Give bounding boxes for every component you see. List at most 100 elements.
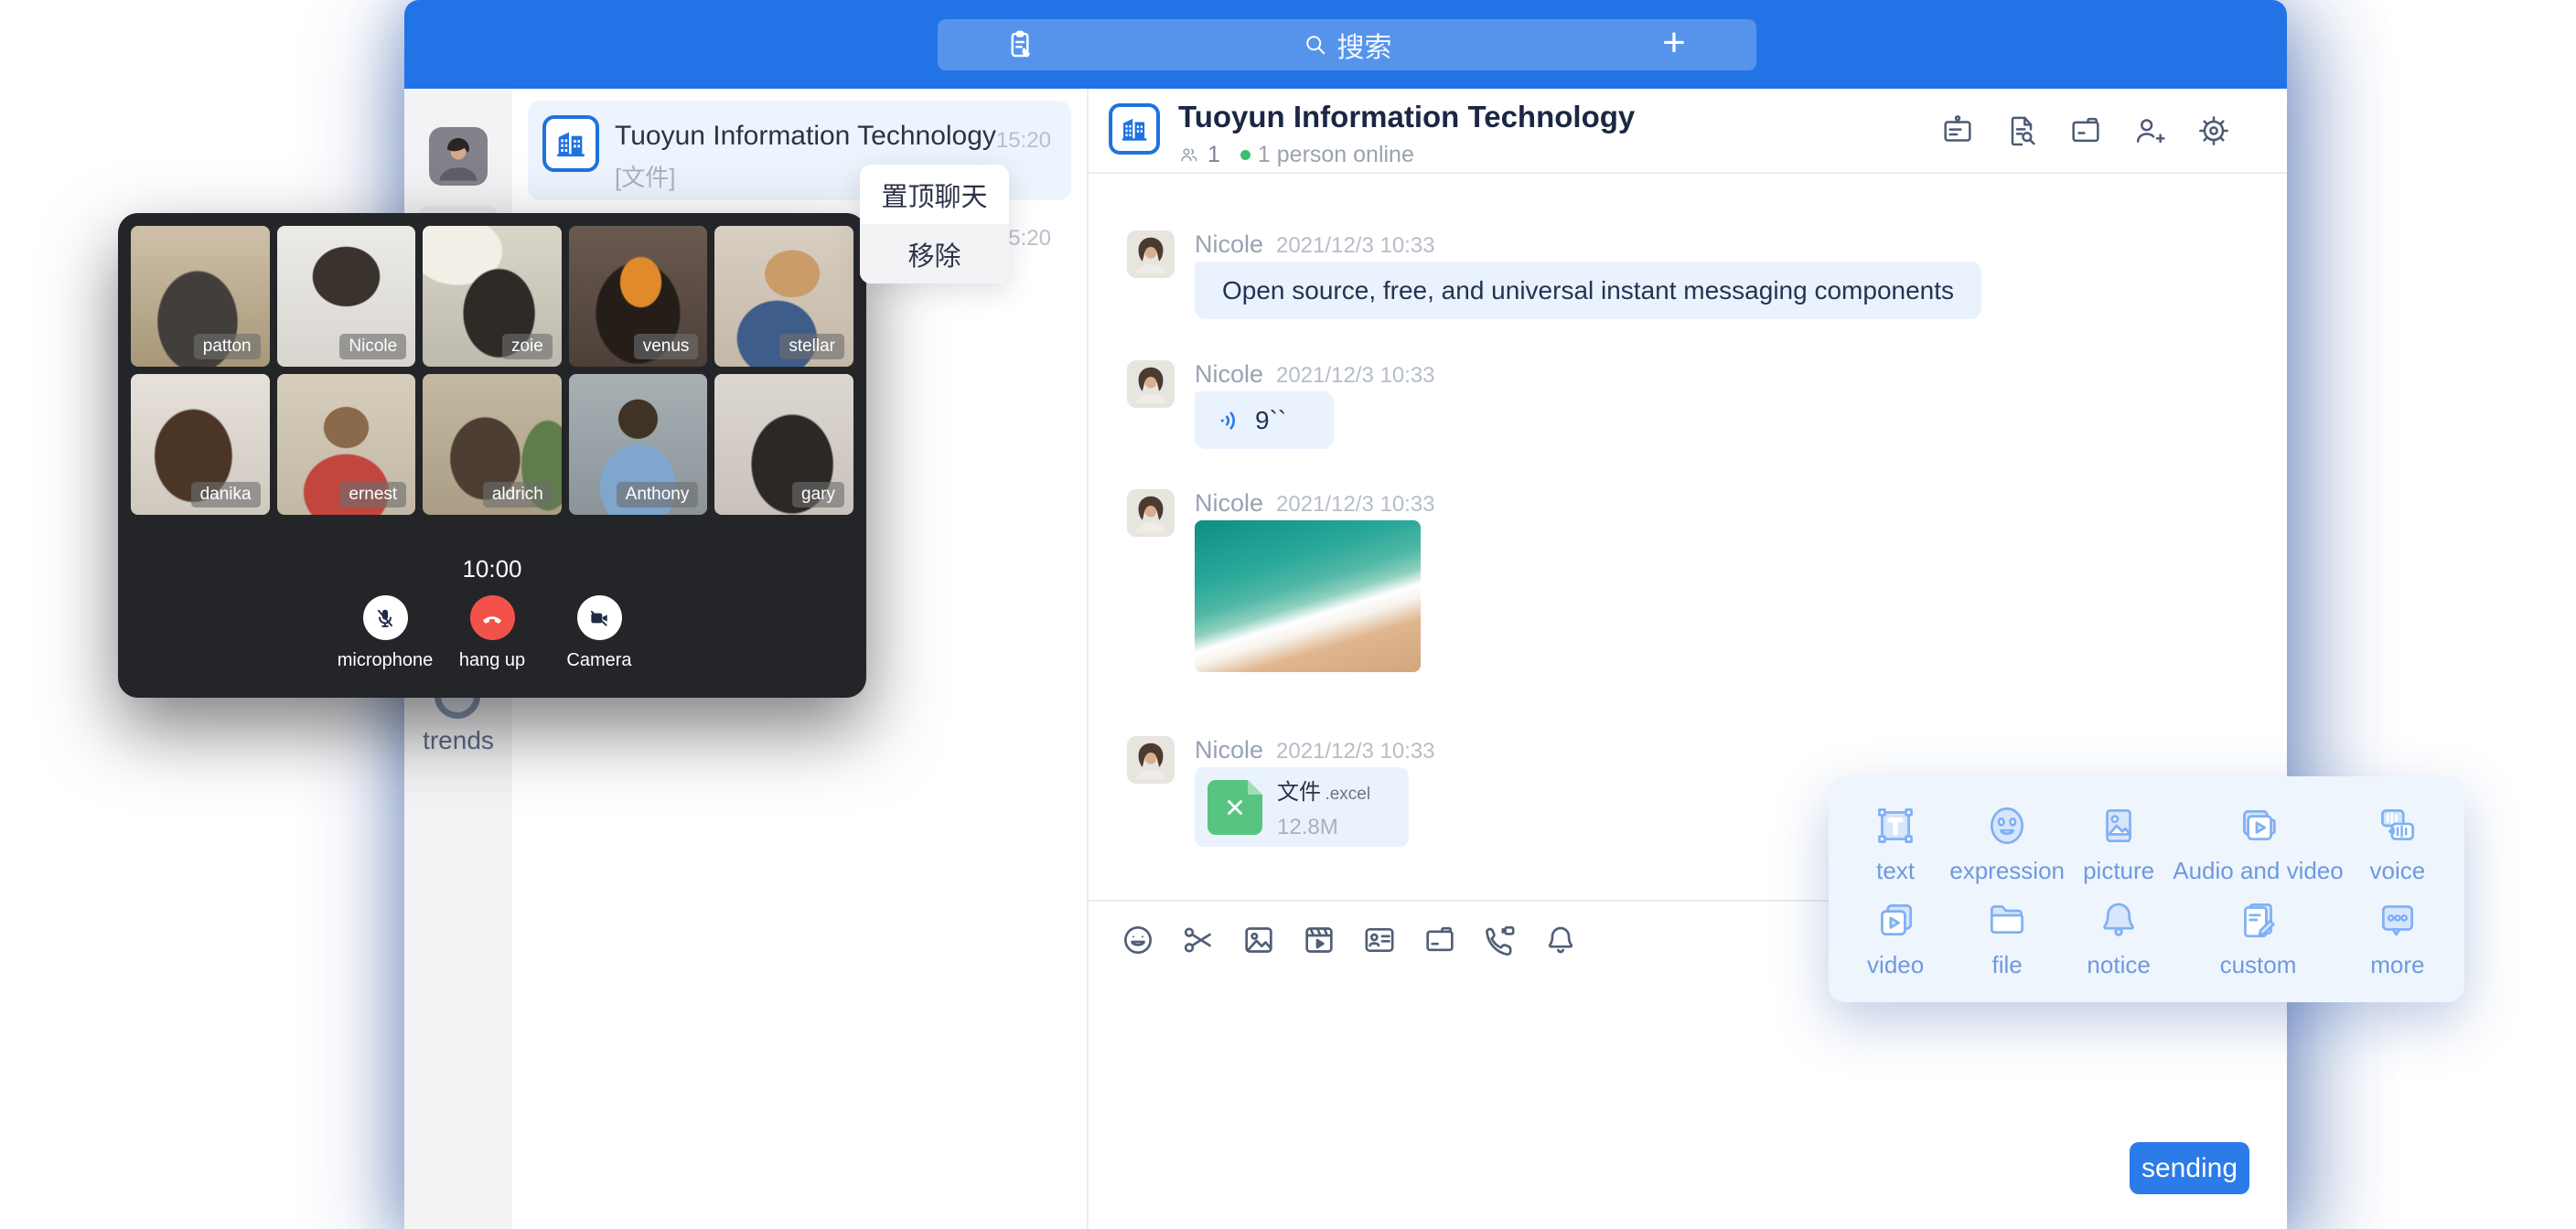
avatar-image: [1127, 360, 1175, 408]
video-clip-icon: [1301, 922, 1337, 958]
chat-panel: Tuoyun Information Technology 1 1 person…: [1089, 89, 2287, 1229]
hangup-control: hang up: [439, 595, 546, 671]
participant-name: patton: [194, 334, 261, 359]
send-button[interactable]: sending: [2130, 1142, 2249, 1194]
notification-button[interactable]: [1542, 922, 1579, 958]
voice-wave-icon: [1217, 407, 1244, 434]
participant-tile: Anthony: [569, 374, 708, 515]
scissors-icon: [1180, 922, 1217, 958]
settings-gear-icon: [2195, 112, 2232, 149]
panel-item-more[interactable]: more: [2370, 897, 2424, 979]
panel-item-custom[interactable]: custom: [2220, 897, 2297, 979]
sender-name: Nicole: [1195, 489, 1263, 518]
message-time: 2021/12/3 10:33: [1276, 363, 1435, 389]
panel-item-picture[interactable]: picture: [2083, 803, 2154, 885]
message-type-panel: text expression picture: [1829, 776, 2464, 1002]
sender-name: Nicole: [1195, 736, 1263, 764]
plus-icon: +: [1662, 23, 1686, 63]
video-call-button[interactable]: [1482, 922, 1519, 958]
sender-avatar[interactable]: [1127, 360, 1175, 408]
hang-up-button[interactable]: [470, 595, 515, 640]
add-member-button[interactable]: [2131, 112, 2168, 149]
sender-avatar[interactable]: [1127, 736, 1175, 784]
panel-label: expression: [1949, 857, 2065, 885]
sender-name: Nicole: [1195, 230, 1263, 259]
participant-tile: patton: [131, 226, 270, 367]
panel-item-video[interactable]: video: [1867, 897, 1924, 979]
group-files-button[interactable]: [2067, 112, 2104, 149]
settings-button[interactable]: [2195, 112, 2232, 149]
chat-header-actions: [1939, 112, 2232, 149]
panel-item-expression[interactable]: expression: [1949, 803, 2065, 885]
participant-name: Nicole: [339, 334, 406, 359]
conversation-time: 15:20: [996, 128, 1051, 154]
video-icon: [1873, 897, 1918, 943]
building-icon: [1118, 112, 1151, 145]
panel-item-voice[interactable]: voice: [2370, 803, 2426, 885]
announcement-button[interactable]: [1939, 112, 1976, 149]
menu-item-pin-chat[interactable]: 置顶聊天: [860, 165, 1009, 224]
avatar-image: [1127, 736, 1175, 784]
camera-control: Camera: [546, 595, 653, 671]
image-attachment-beach[interactable]: [1195, 520, 1421, 672]
message-image: Nicole 2021/12/3 10:33: [1127, 489, 2287, 672]
panel-label: picture: [2083, 857, 2154, 885]
clipboard-call-button[interactable]: [938, 19, 1102, 70]
participant-tile: venus: [569, 226, 708, 367]
participant-tile: gary: [714, 374, 853, 515]
voice-bubble[interactable]: 9``: [1195, 391, 1334, 449]
hangup-label: hang up: [459, 650, 525, 671]
panel-item-audio-video[interactable]: Audio and video: [2173, 803, 2343, 885]
file-bubble[interactable]: 文件 .excel 12.8M: [1195, 767, 1409, 847]
participant-name: zoie: [502, 334, 553, 359]
avatar-image: [1127, 489, 1175, 537]
camera-toggle-button[interactable]: [577, 595, 622, 640]
sender-name: Nicole: [1195, 360, 1263, 389]
sender-avatar[interactable]: [1127, 230, 1175, 278]
panel-item-text[interactable]: text: [1873, 803, 1918, 885]
menu-item-remove[interactable]: 移除: [860, 224, 1009, 283]
emoji-button[interactable]: [1120, 922, 1156, 958]
screenshot-button[interactable]: [1180, 922, 1217, 958]
excel-file-icon: [1208, 780, 1262, 835]
panel-item-notice[interactable]: notice: [2087, 897, 2150, 979]
search-icon: [1303, 32, 1328, 58]
sender-avatar[interactable]: [1127, 489, 1175, 537]
file-ext: .excel: [1325, 785, 1370, 804]
call-timer: 10:00: [118, 555, 866, 583]
chat-header: Tuoyun Information Technology 1 1 person…: [1089, 89, 2287, 174]
text-icon: [1873, 803, 1918, 849]
image-button[interactable]: [1240, 922, 1277, 958]
participant-tile: Nicole: [277, 226, 416, 367]
video-clip-button[interactable]: [1301, 922, 1337, 958]
message-voice: Nicole 2021/12/3 10:33 9``: [1127, 360, 2287, 449]
participant-tile: aldrich: [423, 374, 562, 515]
chat-history-button[interactable]: [2003, 112, 2040, 149]
video-call-phone-icon: [1482, 922, 1519, 958]
trends-label[interactable]: trends: [404, 726, 512, 755]
online-dot: [1240, 150, 1250, 160]
panel-item-file[interactable]: file: [1984, 897, 2030, 979]
chat-subtitle: 1 1 person online: [1178, 142, 1414, 168]
user-avatar[interactable]: [429, 127, 488, 186]
microphone-mute-button[interactable]: [363, 595, 408, 640]
participant-name: venus: [634, 334, 699, 359]
contact-card-button[interactable]: [1361, 922, 1398, 958]
group-avatar[interactable]: [1109, 103, 1160, 155]
participant-name: Anthony: [617, 482, 699, 508]
conversation-context-menu: 置顶聊天 移除: [860, 165, 1009, 283]
picture-icon: [2096, 803, 2141, 849]
conversation-title: Tuoyun Information Technology: [615, 121, 996, 152]
participant-grid: patton Nicole zoie venus stellar danika …: [131, 226, 853, 515]
announcement-board-icon: [1939, 112, 1976, 149]
chat-history-search-icon: [2003, 112, 2040, 149]
participant-name: danika: [191, 482, 261, 508]
contact-card-icon: [1361, 922, 1398, 958]
user-avatar-image: [429, 127, 488, 186]
panel-label: more: [2370, 951, 2424, 979]
file-button[interactable]: [1422, 922, 1458, 958]
microphone-label: microphone: [338, 650, 434, 671]
add-button[interactable]: +: [1592, 19, 1756, 70]
participant-tile: ernest: [277, 374, 416, 515]
search-input[interactable]: 搜索: [1102, 19, 1592, 70]
